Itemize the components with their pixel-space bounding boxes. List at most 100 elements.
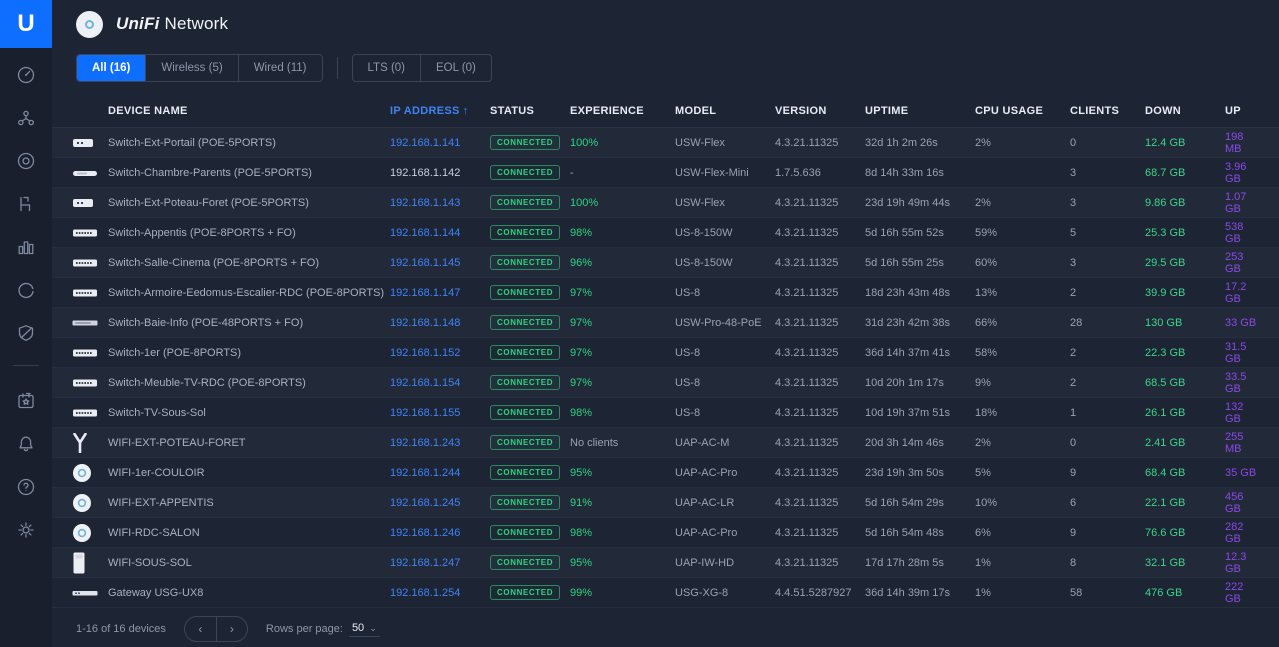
tab-groups-divider bbox=[337, 57, 338, 79]
rows-per-page-select[interactable]: 50 ⌄ bbox=[349, 621, 380, 637]
device-ip-link[interactable]: 192.168.1.254 bbox=[390, 587, 490, 599]
tab-eol-0[interactable]: EOL (0) bbox=[420, 55, 491, 81]
next-page-button[interactable]: › bbox=[216, 617, 247, 641]
model-value: US-8 bbox=[675, 407, 775, 419]
sidebar-item-threat-management[interactable] bbox=[0, 314, 52, 357]
column-cpu-usage[interactable]: CPU USAGE bbox=[975, 105, 1070, 117]
device-ip-link[interactable]: 192.168.1.247 bbox=[390, 557, 490, 569]
device-ip-link[interactable]: 192.168.1.141 bbox=[390, 137, 490, 149]
cpu-usage-value: 59% bbox=[975, 227, 1070, 239]
device-ip-link[interactable]: 192.168.1.152 bbox=[390, 347, 490, 359]
device-name: Switch-Armoire-Eedomus-Escalier-RDC (POE… bbox=[108, 287, 390, 299]
sidebar-item-topology[interactable] bbox=[0, 99, 52, 142]
sidebar-item-notifications[interactable] bbox=[0, 425, 52, 468]
bell-icon bbox=[16, 434, 36, 459]
prev-page-button[interactable]: ‹ bbox=[185, 617, 216, 641]
main-content: UniFiNetwork All (16)Wireless (5)Wired (… bbox=[52, 0, 1279, 647]
column-version[interactable]: VERSION bbox=[775, 105, 865, 117]
column-ip-address[interactable]: IP ADDRESS↑ bbox=[390, 105, 490, 117]
model-value: UAP-AC-Pro bbox=[675, 467, 775, 479]
sidebar-item-settings[interactable] bbox=[0, 511, 52, 554]
cpu-usage-value: 60% bbox=[975, 257, 1070, 269]
table-row[interactable]: Switch-Meuble-TV-RDC (POE-8PORTS) 192.16… bbox=[52, 368, 1279, 398]
sidebar-item-clients[interactable] bbox=[0, 185, 52, 228]
column-experience[interactable]: EXPERIENCE bbox=[570, 105, 675, 117]
device-ip-link[interactable]: 192.168.1.246 bbox=[390, 527, 490, 539]
tab-wired-11[interactable]: Wired (11) bbox=[238, 55, 322, 81]
experience-value: 99% bbox=[570, 587, 675, 599]
table-row[interactable]: Switch-Appentis (POE-8PORTS + FO) 192.16… bbox=[52, 218, 1279, 248]
table-row[interactable]: WIFI-1er-COULOIR 192.168.1.244 CONNECTED… bbox=[52, 458, 1279, 488]
column-uptime[interactable]: UPTIME bbox=[865, 105, 975, 117]
device-ip-link[interactable]: 192.168.1.155 bbox=[390, 407, 490, 419]
insights-icon bbox=[16, 280, 36, 305]
tab-lts-0[interactable]: LTS (0) bbox=[353, 55, 421, 81]
cpu-usage-value: 58% bbox=[975, 347, 1070, 359]
tab-wireless-5[interactable]: Wireless (5) bbox=[145, 55, 237, 81]
device-ip-link[interactable]: 192.168.1.143 bbox=[390, 197, 490, 209]
switch-48port-icon bbox=[72, 319, 108, 327]
sidebar-item-devices[interactable] bbox=[0, 142, 52, 185]
sidebar-item-insights[interactable] bbox=[0, 271, 52, 314]
table-row[interactable]: WIFI-EXT-APPENTIS 192.168.1.245 CONNECTE… bbox=[52, 488, 1279, 518]
device-ip[interactable]: 192.168.1.142 bbox=[390, 167, 490, 179]
sidebar-item-statistics[interactable] bbox=[0, 228, 52, 271]
clients-count: 9 bbox=[1070, 467, 1145, 479]
device-ip-link[interactable]: 192.168.1.144 bbox=[390, 227, 490, 239]
model-value: UAP-AC-LR bbox=[675, 497, 775, 509]
uptime-value: 20d 3h 14m 46s bbox=[865, 437, 975, 449]
table-row[interactable]: Gateway USG-UX8 192.168.1.254 CONNECTED … bbox=[52, 578, 1279, 608]
status-badge: CONNECTED bbox=[490, 315, 560, 330]
sidebar-item-release-notes[interactable] bbox=[0, 382, 52, 425]
table-row[interactable]: Switch-Ext-Portail (POE-5PORTS) 192.168.… bbox=[52, 128, 1279, 158]
table-row[interactable]: Switch-Ext-Poteau-Foret (POE-5PORTS) 192… bbox=[52, 188, 1279, 218]
table-row[interactable]: WIFI-EXT-POTEAU-FORET 192.168.1.243 CONN… bbox=[52, 428, 1279, 458]
table-row[interactable]: Switch-Armoire-Eedomus-Escalier-RDC (POE… bbox=[52, 278, 1279, 308]
column-clients[interactable]: CLIENTS bbox=[1070, 105, 1145, 117]
experience-value: 95% bbox=[570, 557, 675, 569]
table-row[interactable]: WIFI-RDC-SALON 192.168.1.246 CONNECTED 9… bbox=[52, 518, 1279, 548]
clients-count: 28 bbox=[1070, 317, 1145, 329]
gauge-icon bbox=[16, 65, 36, 90]
round-ap-icon bbox=[72, 463, 108, 483]
sidebar-item-dashboard[interactable] bbox=[0, 56, 52, 99]
column-up[interactable]: UP bbox=[1225, 105, 1259, 117]
device-ip-link[interactable]: 192.168.1.148 bbox=[390, 317, 490, 329]
device-ip-link[interactable]: 192.168.1.243 bbox=[390, 437, 490, 449]
uptime-value: 17d 17h 28m 5s bbox=[865, 557, 975, 569]
table-row[interactable]: Switch-Chambre-Parents (POE-5PORTS) 192.… bbox=[52, 158, 1279, 188]
model-value: US-8 bbox=[675, 347, 775, 359]
experience-value: 91% bbox=[570, 497, 675, 509]
table-row[interactable]: Switch-TV-Sous-Sol 192.168.1.155 CONNECT… bbox=[52, 398, 1279, 428]
device-name: Switch-Salle-Cinema (POE-8PORTS + FO) bbox=[108, 257, 390, 269]
sidebar-item-help[interactable] bbox=[0, 468, 52, 511]
unifi-logo[interactable]: U bbox=[0, 0, 52, 48]
model-value: UAP-IW-HD bbox=[675, 557, 775, 569]
device-ip-link[interactable]: 192.168.1.244 bbox=[390, 467, 490, 479]
model-value: US-8-150W bbox=[675, 227, 775, 239]
table-row[interactable]: Switch-Baie-Info (POE-48PORTS + FO) 192.… bbox=[52, 308, 1279, 338]
column-device-name[interactable]: DEVICE NAME bbox=[108, 105, 390, 117]
upload-total: 33 GB bbox=[1225, 317, 1259, 329]
pagination-range: 1-16 of 16 devices bbox=[76, 623, 166, 635]
column-model[interactable]: MODEL bbox=[675, 105, 775, 117]
uptime-value: 36d 14h 37m 41s bbox=[865, 347, 975, 359]
device-name: Gateway USG-UX8 bbox=[108, 587, 390, 599]
uptime-value: 10d 20h 1m 17s bbox=[865, 377, 975, 389]
column-status[interactable]: STATUS bbox=[490, 105, 570, 117]
status-badge: CONNECTED bbox=[490, 345, 560, 360]
upload-total: 17.2 GB bbox=[1225, 281, 1259, 305]
tab-all-16[interactable]: All (16) bbox=[77, 55, 145, 81]
device-ip-link[interactable]: 192.168.1.145 bbox=[390, 257, 490, 269]
table-row[interactable]: WIFI-SOUS-SOL 192.168.1.247 CONNECTED 95… bbox=[52, 548, 1279, 578]
table-row[interactable]: Switch-Salle-Cinema (POE-8PORTS + FO) 19… bbox=[52, 248, 1279, 278]
clients-count: 1 bbox=[1070, 407, 1145, 419]
device-ip-link[interactable]: 192.168.1.245 bbox=[390, 497, 490, 509]
device-ip-link[interactable]: 192.168.1.147 bbox=[390, 287, 490, 299]
device-ip-link[interactable]: 192.168.1.154 bbox=[390, 377, 490, 389]
table-row[interactable]: Switch-1er (POE-8PORTS) 192.168.1.152 CO… bbox=[52, 338, 1279, 368]
version-value: 4.3.21.11325 bbox=[775, 377, 865, 389]
app-name: Network bbox=[165, 14, 229, 33]
upload-total: 33.5 GB bbox=[1225, 371, 1259, 395]
column-down[interactable]: DOWN bbox=[1145, 105, 1225, 117]
